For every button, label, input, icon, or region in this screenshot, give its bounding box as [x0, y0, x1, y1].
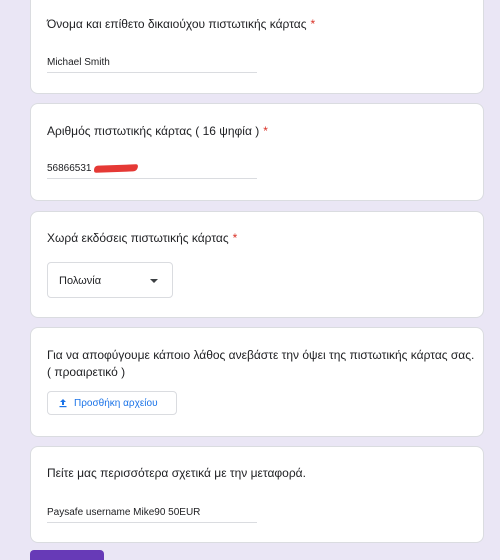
question-label: Χωρά εκδόσεις πιστωτικής κάρτας: [47, 231, 229, 245]
answer-field-transfer[interactable]: Paysafe username Mike90 50EUR: [47, 507, 257, 523]
question-card-transfer: Πείτε μας περισσότερα σχετικά με την μετ…: [30, 446, 484, 543]
question-card-upload: Για να αποφύγουμε κάποιο λάθος ανεβάστε …: [30, 327, 484, 437]
submit-button[interactable]: [30, 550, 104, 560]
question-title: Χωρά εκδόσεις πιστωτικής κάρτας *: [47, 231, 237, 245]
answer-field-name[interactable]: Michael Smith: [47, 57, 257, 73]
required-asterisk: *: [310, 17, 316, 31]
required-asterisk: *: [232, 231, 238, 245]
question-title-line2: ( προαιρετικό ): [47, 365, 126, 379]
redaction-scribble: [93, 164, 138, 173]
question-card-country: Χωρά εκδόσεις πιστωτικής κάρτας * Πολωνία: [30, 211, 484, 318]
question-label: Πείτε μας περισσότερα σχετικά με την μετ…: [47, 466, 306, 480]
card-number-visible: 56866531: [47, 163, 92, 174]
add-file-label: Προσθήκη αρχείου: [74, 397, 158, 409]
required-asterisk: *: [263, 124, 268, 138]
question-title: Αριθμός πιστωτικής κάρτας ( 16 ψηφία ) *: [47, 124, 268, 138]
add-file-button[interactable]: Προσθήκη αρχείου: [47, 391, 177, 415]
answer-field-card-number[interactable]: 56866531: [47, 163, 257, 179]
question-card-card-number: Αριθμός πιστωτικής κάρτας ( 16 ψηφία ) * …: [30, 103, 484, 201]
dropdown-caret-icon: [150, 279, 158, 283]
question-label: Αριθμός πιστωτικής κάρτας ( 16 ψηφία ): [47, 124, 260, 138]
dropdown-selected-value: Πολωνία: [59, 275, 102, 287]
question-title: Όνομα και επίθετο δικαιούχου πιστωτικής …: [47, 17, 315, 31]
question-card-name: Όνομα και επίθετο δικαιούχου πιστωτικής …: [30, 0, 484, 94]
country-dropdown[interactable]: Πολωνία: [47, 262, 173, 298]
question-title-line1: Για να αποφύγουμε κάποιο λάθος ανεβάστε …: [47, 348, 475, 362]
upload-icon: [58, 398, 68, 408]
question-label: Όνομα και επίθετο δικαιούχου πιστωτικής …: [47, 17, 307, 31]
